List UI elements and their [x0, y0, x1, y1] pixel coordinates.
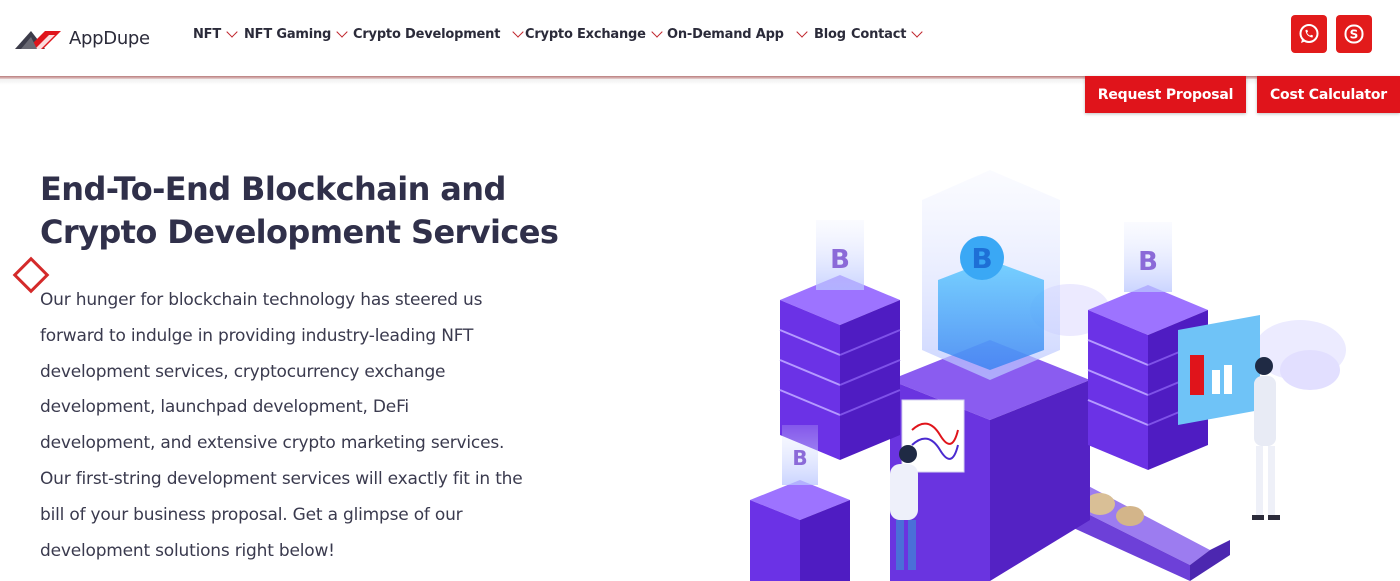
nav-item-crypto-exchange[interactable]: Crypto Exchange	[525, 24, 663, 44]
hero-description-line: development, launchpad development, DeFi	[40, 397, 409, 418]
cost-calculator-label: Cost Calculator	[1269, 86, 1388, 103]
nav-item-nft[interactable]: NFT	[193, 24, 238, 44]
chevron-down-icon	[336, 25, 348, 38]
svg-text:B: B	[971, 242, 992, 275]
hero-title-line: Crypto Development Services	[40, 213, 559, 251]
chevron-down-icon	[226, 25, 238, 38]
chevron-down-icon	[512, 25, 524, 38]
appdupe-logo-icon	[15, 31, 61, 49]
nav-label: Crypto Development	[353, 26, 501, 42]
request-proposal-label: Request Proposal	[1097, 86, 1234, 103]
nav-label: NFT	[193, 26, 222, 42]
hero-title-line: End-To-End Blockchain and	[40, 170, 506, 208]
blockchain-isometric-illustration: B B B B	[690, 160, 1400, 581]
nav-label: NFT Gaming	[244, 26, 332, 42]
hero-description-line: Our hunger for blockchain technology has…	[40, 290, 483, 310]
nav-label: Crypto Exchange	[525, 26, 646, 42]
svg-text:B: B	[792, 446, 807, 470]
hero-description-line: development services, cryptocurrency exc…	[40, 361, 446, 382]
logo-text: AppDupe	[69, 27, 150, 49]
logo[interactable]: AppDupe	[15, 24, 150, 52]
nav-label: Contact	[851, 26, 907, 42]
whatsapp-button[interactable]	[1291, 15, 1327, 53]
svg-text:B: B	[830, 245, 850, 275]
nav-item-blog[interactable]: Blog	[814, 24, 846, 44]
nav-item-crypto-development[interactable]: Crypto Development	[353, 24, 524, 44]
chevron-down-icon	[651, 25, 663, 38]
nav-item-on-demand-app[interactable]: On-Demand App	[667, 24, 808, 44]
skype-button[interactable]: S	[1336, 15, 1372, 53]
nav-label: On-Demand App	[667, 26, 784, 42]
hero-description: Our hunger for blockchain technology has…	[40, 283, 570, 569]
skype-icon: S	[1344, 24, 1364, 44]
request-proposal-button[interactable]: Request Proposal	[1085, 76, 1246, 113]
whatsapp-icon	[1299, 24, 1319, 43]
svg-text:S: S	[1350, 28, 1359, 42]
nav-item-nft-gaming[interactable]: NFT Gaming	[244, 24, 348, 44]
hero-description-line: development, and extensive crypto market…	[40, 433, 505, 454]
hero-description-line: bill of your business proposal. Get a gl…	[40, 504, 463, 525]
hero-title: End-To-End Blockchain and Crypto Develop…	[40, 168, 600, 254]
svg-text:B: B	[1138, 247, 1158, 277]
cost-calculator-button[interactable]: Cost Calculator	[1257, 76, 1400, 113]
chevron-down-icon	[796, 25, 808, 38]
chevron-down-icon	[911, 25, 923, 38]
hero-description-line: development solutions right below!	[40, 540, 335, 561]
nav-item-contact[interactable]: Contact	[851, 24, 923, 44]
site-header: AppDupe NFT NFT Gaming Crypto Developmen…	[0, 0, 1400, 76]
hero-description-line: Our first-string development services wi…	[40, 468, 523, 489]
hero-description-line: forward to indulge in providing industry…	[40, 325, 474, 346]
nav-label: Blog	[814, 26, 846, 42]
